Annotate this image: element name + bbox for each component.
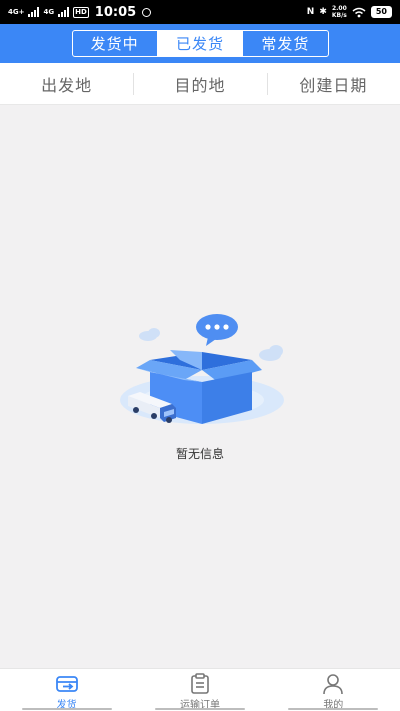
nav-transport-orders[interactable]: 运输订单 [133, 669, 266, 711]
tab-frequent[interactable]: 常发货 [243, 31, 327, 56]
battery-icon: 50 [370, 6, 392, 18]
filter-origin[interactable]: 出发地 [0, 72, 133, 96]
nav-ship[interactable]: 发货 [0, 669, 133, 711]
filter-destination[interactable]: 目的地 [133, 72, 266, 96]
empty-message: 暂无信息 [175, 447, 224, 461]
ship-icon [55, 676, 78, 692]
tab-shipped[interactable]: 已发货 [157, 31, 244, 56]
status-bar: 4G+ 4G HD 10:05 N ✱ 2.00 KB/s 50 [0, 0, 400, 24]
cloud-icon [259, 345, 283, 361]
user-icon [323, 674, 344, 695]
bluetooth-icon: ✱ [319, 7, 327, 17]
hd-badge: HD [73, 6, 89, 18]
segmented-tabs: 发货中 已发货 常发货 [71, 30, 329, 57]
signal-icon [28, 7, 40, 17]
filter-create-date[interactable]: 创建日期 [267, 72, 400, 96]
signal-icon [58, 7, 70, 17]
nfc-icon: N [306, 7, 315, 17]
chat-bubble-icon [196, 314, 238, 346]
alarm-icon [142, 7, 152, 17]
nav-mine[interactable]: 我的 [267, 669, 400, 711]
speed-unit: KB/s [331, 12, 347, 19]
network-indicator-1: 4G+ [8, 8, 24, 16]
top-header: 发货中 已发货 常发货 [0, 24, 400, 63]
network-speed: 2.00 KB/s [332, 5, 347, 19]
network-indicator-2: 4G [43, 8, 54, 16]
nav-indicator [288, 708, 379, 710]
clipboard-icon [191, 673, 209, 694]
filter-bar: 出发地 目的地 创建日期 [0, 63, 400, 105]
nav-indicator [154, 708, 245, 710]
empty-box-illustration [120, 314, 284, 424]
tab-shipping[interactable]: 发货中 [73, 31, 158, 56]
network-type-label: 4G+ [8, 8, 25, 16]
nav-indicator [21, 708, 112, 710]
cloud-icon [139, 328, 160, 341]
bottom-nav: 发货 运输订单 我的 [0, 668, 400, 711]
speed-value: 2.00 [331, 5, 347, 12]
wifi-icon [352, 7, 366, 17]
network-type-label: 4G [43, 8, 55, 16]
status-time: 10:05 [94, 4, 137, 20]
